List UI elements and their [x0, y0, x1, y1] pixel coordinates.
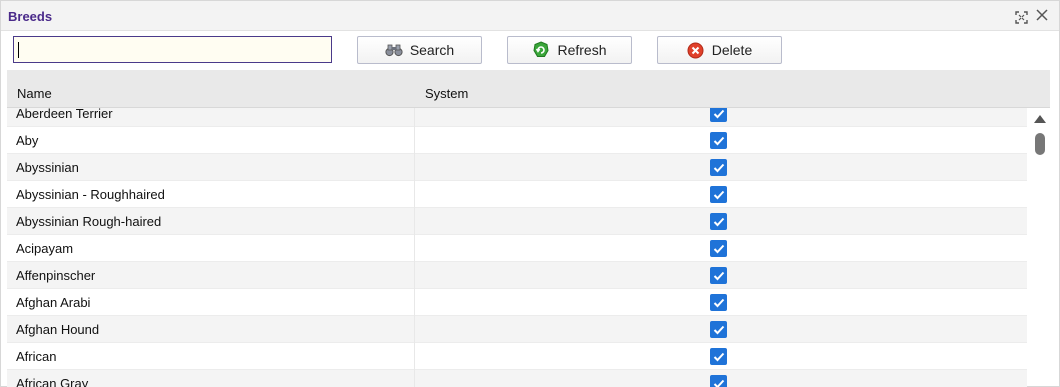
breed-name-cell: Afghan Arabi	[16, 295, 91, 310]
table-row[interactable]: Affenpinscher	[7, 262, 1027, 289]
breed-name-cell: Abyssinian Rough-haired	[16, 214, 162, 229]
refresh-button-label: Refresh	[557, 42, 607, 58]
system-checkbox[interactable]	[710, 108, 727, 122]
table-row[interactable]: Abyssinian - Roughhaired	[7, 181, 1027, 208]
column-divider	[414, 370, 415, 387]
table-row[interactable]: African	[7, 343, 1027, 370]
delete-button-label: Delete	[711, 42, 753, 58]
column-divider	[414, 127, 415, 154]
system-checkbox[interactable]	[710, 321, 727, 338]
column-divider	[414, 262, 415, 289]
search-button[interactable]: Search	[357, 36, 482, 64]
system-checkbox[interactable]	[710, 213, 727, 230]
text-caret	[18, 42, 19, 58]
system-checkbox[interactable]	[710, 132, 727, 149]
system-checkbox[interactable]	[710, 159, 727, 176]
table-row[interactable]: Aby	[7, 127, 1027, 154]
search-input[interactable]	[13, 36, 332, 63]
column-divider	[414, 343, 415, 370]
refresh-icon	[532, 41, 550, 59]
breed-name-cell: Aby	[16, 133, 39, 148]
breed-name-cell: Acipayam	[16, 241, 74, 256]
table-row[interactable]: Abyssinian Rough-haired	[7, 208, 1027, 235]
breed-name-cell: Afghan Hound	[16, 322, 100, 337]
column-divider	[414, 316, 415, 343]
column-divider	[414, 181, 415, 208]
expand-icon[interactable]	[1013, 9, 1029, 25]
close-icon[interactable]	[1034, 7, 1050, 23]
breed-name-cell: Abyssinian - Roughhaired	[16, 187, 165, 202]
column-divider	[414, 208, 415, 235]
grid-body: Aberdeen Terrier Aby Abyssinian Abyssinian …	[7, 108, 1027, 387]
table-row[interactable]: Acipayam	[7, 235, 1027, 262]
delete-button[interactable]: Delete	[657, 36, 782, 64]
system-checkbox[interactable]	[710, 186, 727, 203]
column-divider	[414, 108, 415, 127]
search-button-label: Search	[409, 42, 455, 58]
column-header-name[interactable]: Name	[17, 86, 52, 101]
breed-name-cell: African Gray	[16, 376, 89, 387]
window-title: Breeds	[8, 9, 53, 24]
refresh-button[interactable]: Refresh	[507, 36, 632, 64]
system-checkbox[interactable]	[710, 375, 727, 387]
title-bar: Breeds	[1, 1, 1059, 31]
grid-header: Name System	[7, 70, 1050, 108]
column-divider	[414, 289, 415, 316]
delete-icon	[687, 41, 705, 59]
grid-rows: Aberdeen Terrier Aby Abyssinian Abyssinian …	[7, 108, 1027, 387]
breed-name-cell: African	[16, 349, 57, 364]
breed-name-cell: Affenpinscher	[16, 268, 96, 283]
table-row[interactable]: African Gray	[7, 370, 1027, 387]
table-row[interactable]: Abyssinian	[7, 154, 1027, 181]
breeds-window: Breeds Search Refresh Delete Aberdeen Te…	[0, 0, 1060, 387]
column-divider	[414, 154, 415, 181]
table-row[interactable]: Afghan Arabi	[7, 289, 1027, 316]
table-row[interactable]: Afghan Hound	[7, 316, 1027, 343]
column-header-system[interactable]: System	[425, 86, 468, 101]
binoculars-icon	[385, 41, 403, 59]
system-checkbox[interactable]	[710, 267, 727, 284]
scroll-thumb[interactable]	[1035, 133, 1045, 155]
table-row[interactable]: Aberdeen Terrier	[7, 108, 1027, 127]
column-divider	[414, 235, 415, 262]
breed-name-cell: Aberdeen Terrier	[16, 108, 113, 121]
scroll-up-arrow-icon[interactable]	[1034, 115, 1046, 123]
vertical-scrollbar[interactable]	[1031, 109, 1049, 387]
toolbar: Search Refresh Delete	[1, 32, 1059, 69]
system-checkbox[interactable]	[710, 348, 727, 365]
system-checkbox[interactable]	[710, 294, 727, 311]
system-checkbox[interactable]	[710, 240, 727, 257]
breeds-grid: Aberdeen Terrier Aby Abyssinian Abyssinian …	[7, 70, 1050, 387]
breed-name-cell: Abyssinian	[16, 160, 79, 175]
